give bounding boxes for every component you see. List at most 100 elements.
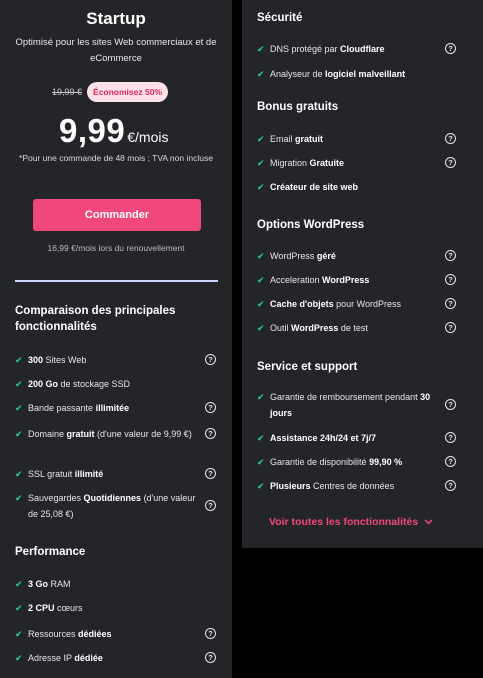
check-icon: ✔ — [257, 158, 265, 168]
plan-description: Optimisé pour les sites Web commerciaux … — [15, 37, 217, 64]
feature-text: 2 CPU cœurs — [28, 603, 83, 613]
feature-text: Migration Gratuite — [270, 158, 345, 168]
comparison-title: Comparaison des principales fonctionnali… — [15, 305, 176, 333]
order-button[interactable]: Commander — [33, 199, 201, 231]
price-unit: €/mois — [127, 129, 169, 145]
help-circle-icon[interactable]: ? — [445, 43, 456, 54]
performance-feature-item: ✔ 2 CPU cœurs — [15, 600, 203, 616]
check-icon: ✔ — [257, 134, 265, 144]
feature-text: 3 Go RAM — [28, 579, 71, 589]
help-circle-icon[interactable]: ? — [205, 428, 216, 439]
support-feature-item: ✔ Plusieurs Centres de données — [257, 478, 432, 494]
help-circle-icon[interactable]: ? — [205, 500, 216, 511]
price-note: *Pour une commande de 48 mois ; TVA non … — [19, 153, 213, 163]
support-feature-item: ✔ Garantie de disponibilité 99,90 % — [257, 454, 432, 470]
feature-text: Adresse IP dédiée — [28, 653, 103, 663]
help-circle-icon[interactable]: ? — [205, 468, 216, 479]
feature-text: Domaine gratuit (d'une valeur de 9,99 €) — [28, 429, 192, 439]
check-icon: ✔ — [15, 355, 23, 365]
check-icon: ✔ — [257, 392, 265, 402]
feature-text: Créateur de site web — [270, 182, 359, 192]
chevron-down-icon — [424, 519, 433, 525]
check-icon: ✔ — [257, 299, 265, 309]
bonus-feature-item: ✔ Migration Gratuite — [257, 155, 445, 171]
feature-text: Cache d'objets pour WordPress — [270, 299, 402, 309]
security-title: Sécurité — [257, 12, 303, 24]
feature-text: Analyseur de logiciel malveillant — [270, 69, 406, 79]
check-icon: ✔ — [257, 481, 265, 491]
help-circle-icon[interactable]: ? — [205, 354, 216, 365]
comparison-feature-item: ✔ 300 Sites Web — [15, 352, 203, 368]
check-icon: ✔ — [15, 653, 23, 663]
help-circle-icon[interactable]: ? — [205, 402, 216, 413]
check-icon: ✔ — [15, 429, 23, 439]
bonus-feature-item: ✔ Créateur de site web — [257, 179, 445, 195]
help-circle-icon[interactable]: ? — [445, 480, 456, 491]
wordpress-title: Options WordPress — [257, 219, 365, 231]
performance-title: Performance — [15, 546, 86, 558]
check-icon: ✔ — [15, 493, 23, 503]
see-all-features-link[interactable]: Voir toutes les fonctionnalités — [269, 516, 433, 528]
check-icon: ✔ — [257, 251, 265, 261]
check-icon: ✔ — [15, 579, 23, 589]
features-card: Sécurité ✔ DNS protégé par Cloudflare? ✔ An… — [242, 0, 483, 548]
security-feature-item: ✔ Analyseur de logiciel malveillant — [257, 66, 445, 82]
feature-text: Acceleration WordPress — [270, 275, 370, 285]
check-icon: ✔ — [257, 69, 265, 79]
comparison-feature-item: ✔ Domaine gratuit (d'une valeur de 9,99 €… — [15, 426, 203, 442]
feature-text: Garantie de disponibilité 99,90 % — [270, 457, 403, 467]
help-circle-icon[interactable]: ? — [205, 628, 216, 639]
wordpress-feature-item: ✔ Outil WordPress de test — [257, 320, 445, 336]
feature-text: DNS protégé par Cloudflare — [270, 44, 385, 54]
help-circle-icon[interactable]: ? — [445, 456, 456, 467]
feature-text: SSL gratuit illimité — [28, 469, 104, 479]
help-circle-icon[interactable]: ? — [445, 133, 456, 144]
feature-text: Plusieurs Centres de données — [270, 481, 395, 491]
help-circle-icon[interactable]: ? — [445, 274, 456, 285]
help-circle-icon[interactable]: ? — [445, 157, 456, 168]
support-feature-item: ✔ Garantie de remboursement pendant 30 jo… — [257, 389, 432, 421]
feature-text: Sauvegardes Quotidiennes (d'une valeur d… — [28, 493, 196, 519]
feature-text: 300 Sites Web — [28, 355, 87, 365]
comparison-feature-item: ✔ Bande passante illimitée — [15, 400, 203, 416]
support-feature-item: ✔ Assistance 24h/24 et 7j/7 — [257, 430, 432, 446]
support-title: Service et support — [257, 361, 358, 373]
comparison-feature-item: ✔ SSL gratuit illimité — [15, 466, 203, 482]
feature-text: Ressources dédiées — [28, 629, 112, 639]
check-icon: ✔ — [257, 433, 265, 443]
bonus-title: Bonus gratuits — [257, 101, 339, 113]
check-icon: ✔ — [15, 469, 23, 479]
check-icon: ✔ — [15, 379, 23, 389]
divider — [15, 280, 218, 282]
help-circle-icon[interactable]: ? — [445, 399, 456, 410]
feature-text: WordPress géré — [270, 251, 336, 261]
comparison-feature-item: ✔ 200 Go de stockage SSD — [15, 376, 203, 392]
performance-feature-item: ✔ Adresse IP dédiée — [15, 650, 203, 666]
feature-text: Garantie de remboursement pendant 30 jou… — [270, 392, 431, 418]
feature-text: Bande passante illimitée — [28, 403, 130, 413]
feature-text: Assistance 24h/24 et 7j/7 — [270, 433, 377, 443]
comparison-feature-item: ✔ Sauvegardes Quotidiennes (d'une valeur … — [15, 490, 203, 522]
plan-title: Startup — [86, 9, 146, 28]
price: 9,99 €/mois — [59, 112, 168, 150]
renewal-price: 16,99 €/mois lors du renouvellement — [47, 243, 185, 253]
wordpress-feature-item: ✔ Cache d'objets pour WordPress — [257, 296, 445, 312]
check-icon: ✔ — [15, 603, 23, 613]
wordpress-feature-item: ✔ WordPress géré — [257, 248, 445, 264]
security-feature-item: ✔ DNS protégé par Cloudflare — [257, 41, 445, 57]
help-circle-icon[interactable]: ? — [445, 432, 456, 443]
wordpress-feature-item: ✔ Acceleration WordPress — [257, 272, 445, 288]
see-all-label: Voir toutes les fonctionnalités — [269, 516, 419, 528]
help-circle-icon[interactable]: ? — [445, 322, 456, 333]
check-icon: ✔ — [257, 457, 265, 467]
price-value: 9,99 — [59, 112, 126, 149]
plan-card: Startup Optimisé pour les sites Web comm… — [0, 0, 232, 678]
check-icon: ✔ — [257, 323, 265, 333]
feature-text: 200 Go de stockage SSD — [28, 379, 131, 389]
help-circle-icon[interactable]: ? — [205, 652, 216, 663]
check-icon: ✔ — [257, 182, 265, 192]
price-row: 19,99 € Économisez 50% — [52, 82, 169, 102]
help-circle-icon[interactable]: ? — [445, 250, 456, 261]
help-circle-icon[interactable]: ? — [445, 298, 456, 309]
bonus-feature-item: ✔ Email gratuit — [257, 131, 445, 147]
